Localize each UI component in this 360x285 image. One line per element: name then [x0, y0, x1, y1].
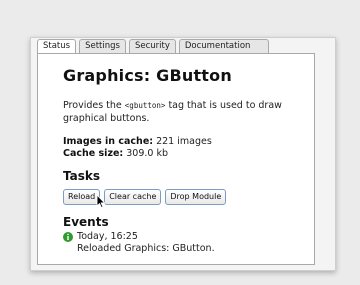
cache-size-row: Cache size: 309.0 kb [63, 148, 212, 160]
tasks-heading: Tasks [63, 169, 101, 183]
cache-size-label: Cache size: [63, 148, 124, 159]
window: Status Settings Security Documentation G… [30, 37, 336, 271]
module-description: Provides the <gbutton> tag that is used … [63, 99, 313, 125]
tab-settings[interactable]: Settings [79, 39, 126, 53]
tab-documentation[interactable]: Documentation [178, 39, 269, 53]
event-time: Today, 16:25 [77, 231, 138, 242]
event-text: Today, 16:25 Reloaded Graphics: GButton. [77, 231, 215, 255]
info-icon [63, 232, 73, 242]
cache-size-value: 309.0 kb [126, 148, 168, 159]
tab-bar: Status Settings Security Documentation [37, 38, 272, 54]
reload-button[interactable]: Reload [63, 189, 101, 205]
page-title: Graphics: GButton [63, 66, 232, 85]
event-item: Today, 16:25 Reloaded Graphics: GButton. [63, 231, 215, 255]
task-buttons: Reload Clear cache Drop Module [63, 189, 227, 205]
event-message: Reloaded Graphics: GButton. [77, 243, 215, 254]
drop-module-button[interactable]: Drop Module [165, 189, 227, 205]
tag-code: <gbutton> [124, 101, 166, 110]
events-heading: Events [63, 215, 109, 229]
tab-security[interactable]: Security [128, 39, 176, 53]
mouse-pointer-icon [96, 194, 106, 209]
images-in-cache-row: Images in cache: 221 images [63, 136, 212, 148]
images-in-cache-value: 221 images [156, 136, 212, 147]
clear-cache-button[interactable]: Clear cache [104, 189, 162, 205]
cache-stats: Images in cache: 221 images Cache size: … [63, 136, 212, 160]
tab-status[interactable]: Status [37, 39, 77, 54]
images-in-cache-label: Images in cache: [63, 136, 154, 147]
description-prefix: Provides the [63, 100, 125, 111]
